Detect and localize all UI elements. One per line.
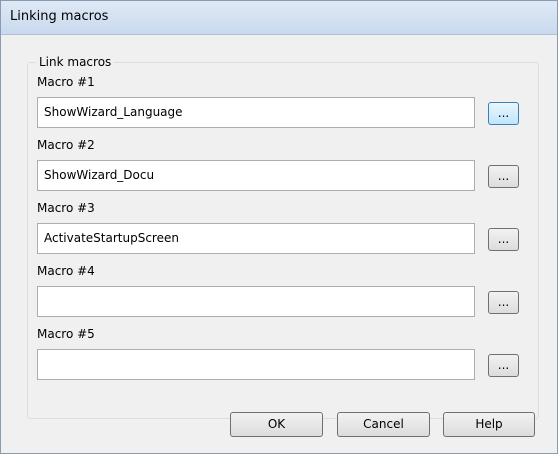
dialog-window: Linking macros Link macros Macro #1 Show… (0, 0, 558, 454)
macro-3-browse-button[interactable]: ... (488, 228, 519, 251)
ok-button[interactable]: OK (230, 412, 323, 437)
macro-1-browse-button[interactable]: ... (488, 102, 519, 125)
macro-5-browse-button[interactable]: ... (488, 354, 519, 377)
macro-4-input[interactable] (37, 286, 475, 317)
dialog-body: Link macros Macro #1 ShowWizard_Language… (9, 35, 549, 445)
help-button[interactable]: Help (443, 412, 535, 437)
macro-2-browse-button[interactable]: ... (488, 165, 519, 188)
macro-2-label: Macro #2 (37, 138, 95, 152)
window-title: Linking macros (10, 9, 109, 24)
macro-4-browse-button[interactable]: ... (488, 291, 519, 314)
macro-4-label: Macro #4 (37, 264, 95, 278)
group-label: Link macros (36, 55, 115, 69)
cancel-button[interactable]: Cancel (337, 412, 430, 437)
macro-3-input[interactable]: ActivateStartupScreen (37, 223, 475, 254)
title-bar[interactable]: Linking macros (1, 1, 557, 35)
macro-5-input[interactable] (37, 349, 475, 380)
macro-5-label: Macro #5 (37, 327, 95, 341)
macro-2-input[interactable]: ShowWizard_Docu (37, 160, 475, 191)
macro-1-label: Macro #1 (37, 75, 95, 89)
link-macros-group: Link macros Macro #1 ShowWizard_Language… (27, 55, 539, 419)
macro-1-input[interactable]: ShowWizard_Language (37, 97, 475, 128)
macro-3-label: Macro #3 (37, 201, 95, 215)
